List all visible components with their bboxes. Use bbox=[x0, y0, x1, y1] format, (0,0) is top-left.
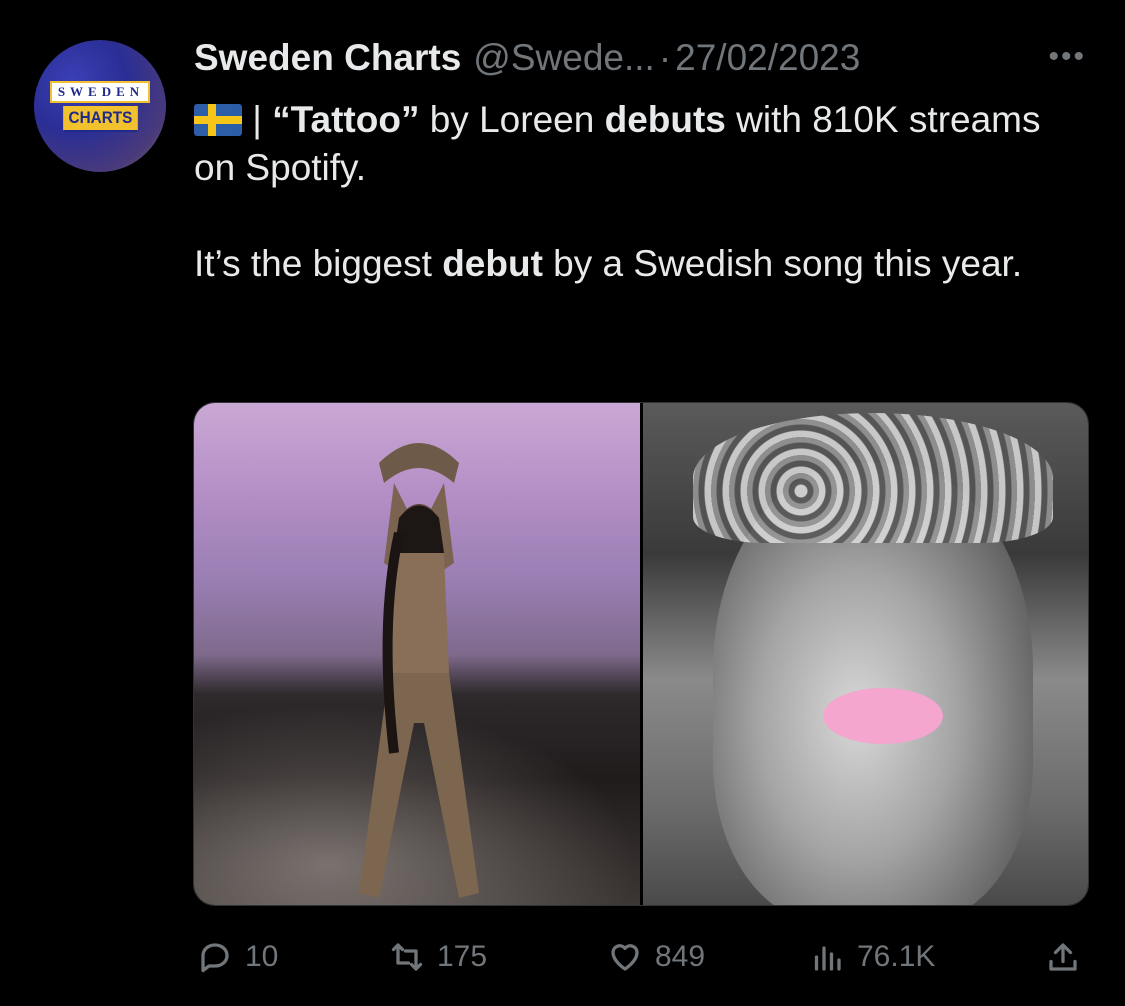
tweet-p2-start: It’s the biggest bbox=[194, 243, 443, 284]
cover-pink-lips bbox=[822, 688, 943, 744]
views-chart-icon bbox=[814, 946, 841, 971]
tweet-p2-end: by a Swedish song this year. bbox=[542, 243, 1023, 284]
like-count: 849 bbox=[655, 940, 706, 973]
tattoo-cover-art[interactable] bbox=[642, 403, 1088, 905]
cover-headdress bbox=[692, 413, 1053, 543]
avatar-logo-bottom: CHARTS bbox=[62, 105, 138, 132]
views-count: 76.1K bbox=[857, 940, 936, 973]
tweet-date[interactable]: 27/02/2023 bbox=[675, 37, 860, 79]
tweet-separator: | bbox=[242, 99, 273, 140]
share-button[interactable] bbox=[1045, 930, 1081, 984]
tweet-paragraph-1: | “Tattoo” by Loreen debuts with 810K st… bbox=[194, 96, 1074, 192]
avatar[interactable]: SWEDEN CHARTS bbox=[34, 40, 166, 172]
retweet-button[interactable]: 175 bbox=[389, 930, 487, 984]
separator-dot: · bbox=[658, 37, 672, 78]
action-bar: 10 175 849 76.1K bbox=[193, 930, 1089, 984]
reply-button[interactable]: 10 bbox=[197, 930, 278, 984]
sweden-flag-icon bbox=[194, 104, 242, 136]
retweet-icon bbox=[391, 943, 423, 971]
dancer-figure bbox=[359, 443, 479, 898]
heart-icon bbox=[611, 944, 639, 971]
tweet-header: Sweden Charts @Swede... · 27/02/2023 ••• bbox=[194, 32, 1094, 84]
tweet-song-title: “Tattoo” bbox=[272, 99, 420, 140]
user-handle[interactable]: @Swede... bbox=[473, 37, 655, 79]
tweet-by-artist: by Loreen bbox=[419, 99, 605, 140]
tweet-text: | “Tattoo” by Loreen debuts with 810K st… bbox=[194, 96, 1074, 288]
media-grid bbox=[193, 402, 1089, 906]
more-horizontal-icon[interactable]: ••• bbox=[1048, 40, 1086, 74]
tweet-debut-bold: debut bbox=[442, 243, 543, 284]
retweet-count: 175 bbox=[437, 940, 488, 973]
tweet-debuts: debuts bbox=[604, 99, 726, 140]
tweet-paragraph-2: It’s the biggest debut by a Swedish song… bbox=[194, 240, 1074, 288]
views-button[interactable]: 76.1K bbox=[809, 930, 935, 984]
share-icon bbox=[1049, 943, 1077, 971]
like-button[interactable]: 849 bbox=[607, 930, 705, 984]
reply-icon bbox=[201, 943, 229, 973]
avatar-logo-top: SWEDEN bbox=[49, 80, 151, 103]
reply-count: 10 bbox=[245, 940, 279, 973]
display-name[interactable]: Sweden Charts bbox=[194, 37, 461, 79]
loreen-performance-photo[interactable] bbox=[194, 403, 640, 905]
